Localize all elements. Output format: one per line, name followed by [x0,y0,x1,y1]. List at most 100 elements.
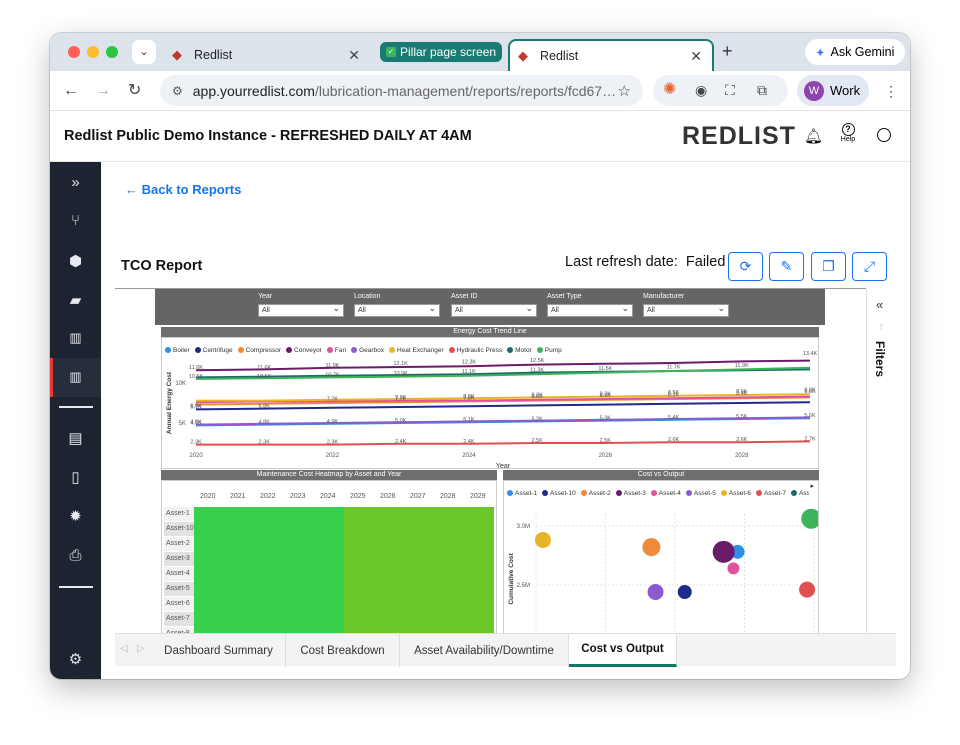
tab-cost-vs-output[interactable]: Cost vs Output [569,634,677,667]
heatmap-cell[interactable] [434,522,464,537]
heatmap-cell[interactable] [284,522,314,537]
heatmap-cell[interactable] [194,582,224,597]
heatmap-cell[interactable] [224,537,254,552]
heatmap-cell[interactable] [434,597,464,612]
extension-sun-icon[interactable]: ✺ [663,82,676,98]
heatmap-cell[interactable] [224,507,254,522]
heatmap-cell[interactable] [434,537,464,552]
tab-asset-availability[interactable]: Asset Availability/Downtime [400,634,569,667]
heatmap-cell[interactable] [374,537,404,552]
heatmap-cell[interactable] [374,552,404,567]
heatmap-cell[interactable] [434,567,464,582]
heatmap-cell[interactable] [314,507,344,522]
heatmap-cell[interactable] [434,582,464,597]
manufacturer-select[interactable]: All [643,303,729,317]
tab-search-chevron-icon[interactable]: ⌄ [132,40,156,64]
next-page-icon[interactable]: ▷ [137,643,145,654]
heatmap-cell[interactable] [194,612,224,627]
heatmap-cell[interactable] [464,567,494,582]
heatmap-cell[interactable] [284,552,314,567]
sidebar-item-reports-active[interactable]: ▥ [50,358,101,397]
heatmap-cell[interactable] [314,537,344,552]
notifications-bell-icon[interactable]: 🔔︎ [804,127,823,145]
heatmap-cell[interactable] [434,612,464,627]
duplicate-button[interactable]: ❐ [811,252,846,281]
heatmap-cell[interactable] [254,582,284,597]
heatmap-cell[interactable] [194,522,224,537]
asset-id-select[interactable]: All [451,303,537,317]
heatmap-cell[interactable] [224,522,254,537]
heatmap-cell[interactable] [404,612,434,627]
heatmap-cell[interactable] [254,612,284,627]
back-arrow-icon[interactable]: ← [63,83,79,99]
close-tab-icon[interactable]: ✕ [690,48,702,65]
heatmap-cell[interactable] [404,597,434,612]
heatmap-cell[interactable] [194,597,224,612]
heatmap-cell[interactable] [344,582,374,597]
heatmap-cell[interactable] [254,567,284,582]
new-tab-button[interactable]: + [722,41,733,62]
fullscreen-button[interactable]: ⤢ [852,252,887,281]
reload-icon[interactable]: ↻ [128,83,141,99]
heatmap-cell[interactable] [344,612,374,627]
heatmap-cell[interactable] [374,507,404,522]
close-tab-icon[interactable]: ✕ [348,47,360,64]
heatmap-cell[interactable] [284,537,314,552]
heatmap-cell[interactable] [284,582,314,597]
heatmap-cell[interactable] [374,597,404,612]
heatmap-cell[interactable] [224,582,254,597]
heatmap-cell[interactable] [194,567,224,582]
prev-page-icon[interactable]: ◁ [120,643,128,654]
heatmap-cell[interactable] [464,552,494,567]
heatmap-cell[interactable] [404,567,434,582]
heatmap-cell[interactable] [434,552,464,567]
heatmap-cell[interactable] [254,507,284,522]
heatmap-cell[interactable] [404,552,434,567]
legend-next-icon[interactable]: ▸ [810,482,814,490]
heatmap-cell[interactable] [464,537,494,552]
browser-menu-icon[interactable]: ⋮ [884,83,898,99]
screenshot-icon[interactable]: ⛶ [725,82,735,98]
zoom-window-button[interactable] [106,46,118,58]
year-select[interactable]: All [258,303,344,317]
heatmap-cell[interactable] [224,597,254,612]
edit-button[interactable]: ✎ [769,252,804,281]
camera-icon[interactable]: ◉ [695,82,707,98]
heatmap-cell[interactable] [194,507,224,522]
heatmap-cell[interactable] [344,567,374,582]
reports-chart-icon[interactable]: ▥ [50,330,101,346]
heatmap-cell[interactable] [344,507,374,522]
heatmap-cell[interactable] [284,567,314,582]
settings-gear-badge-icon[interactable]: ✹ [50,507,101,525]
location-select[interactable]: All [354,303,440,317]
forward-arrow-icon[interactable]: → [95,83,111,99]
heatmap-cell[interactable] [224,612,254,627]
tab-pillar-page[interactable]: ✓ Pillar page screen [380,42,503,62]
heatmap-cell[interactable] [314,612,344,627]
chat-bubbles-icon[interactable]: ▰ [50,291,101,309]
heatmap-cell[interactable] [344,597,374,612]
tab-cost-breakdown[interactable]: Cost Breakdown [286,634,400,667]
bookmark-star-icon[interactable]: ☆ [618,82,631,100]
user-account-icon[interactable] [877,128,891,142]
heatmap-cell[interactable] [224,567,254,582]
heatmap-cell[interactable] [374,582,404,597]
heatmap-cell[interactable] [254,552,284,567]
heatmap-cell[interactable] [224,552,254,567]
tab-redlist-active[interactable]: ◆ Redlist ✕ [508,39,714,71]
heatmap-cell[interactable] [374,522,404,537]
heatmap-cell[interactable] [344,537,374,552]
heatmap-cell[interactable] [464,597,494,612]
back-to-reports-link[interactable]: ← Back to Reports [125,182,241,197]
site-settings-icon[interactable]: ⚙ [172,84,183,98]
document-icon[interactable]: ▯ [50,468,101,486]
heatmap-cell[interactable] [284,612,314,627]
profile-button[interactable]: W Work [797,75,869,106]
heatmap-cell[interactable] [314,522,344,537]
address-bar[interactable]: ⚙ app.yourredlist.com/lubrication-manage… [160,75,643,106]
heatmap-cell[interactable] [194,537,224,552]
heatmap-cell[interactable] [314,582,344,597]
tab-dashboard-summary[interactable]: Dashboard Summary [152,634,286,667]
heatmap-cell[interactable] [284,507,314,522]
expand-sidebar-icon[interactable]: » [50,174,101,191]
